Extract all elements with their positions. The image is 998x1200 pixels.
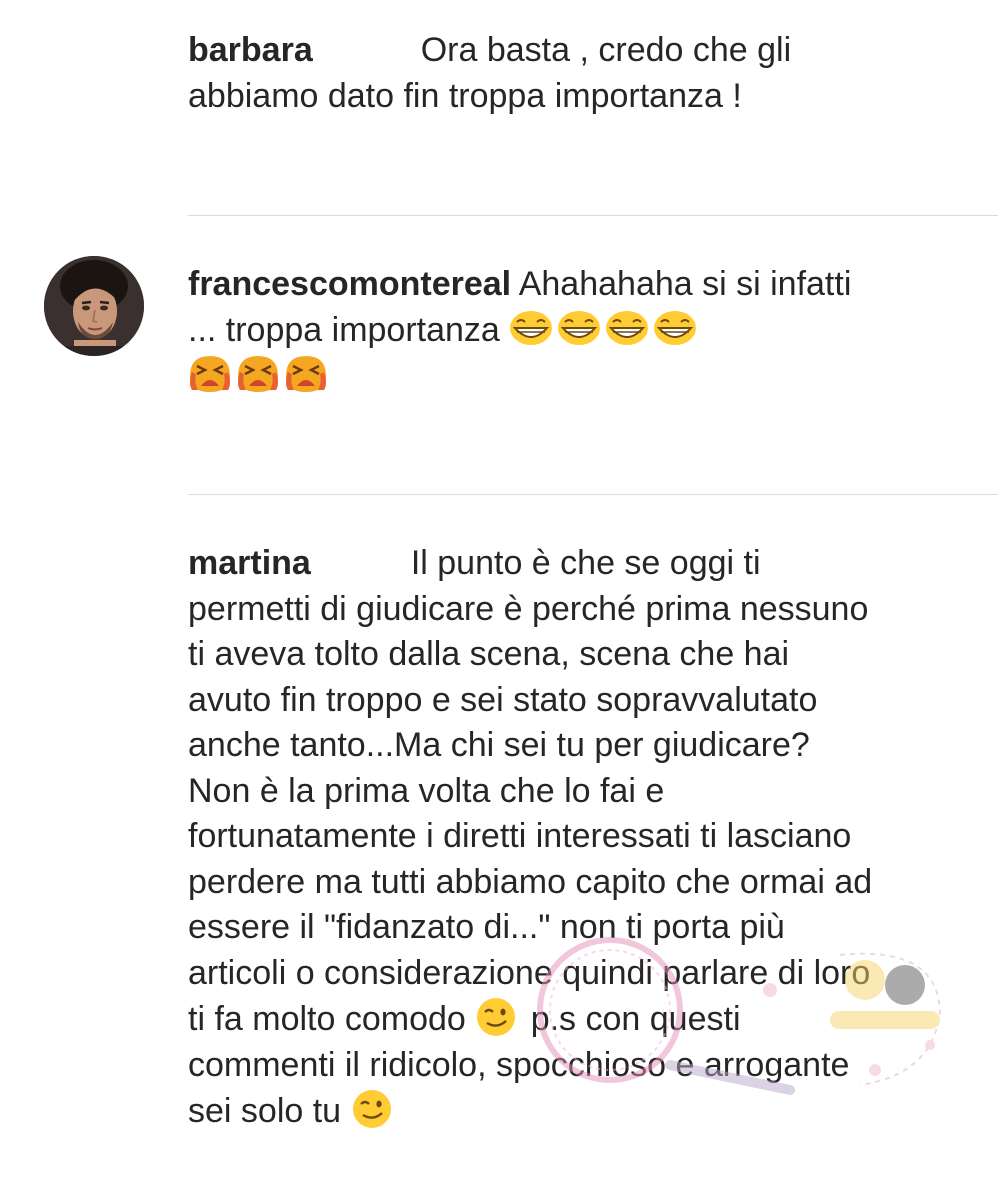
grinning-face-emoji-icon [654,310,697,345]
grinning-face-emoji-icon [558,310,601,345]
comment-francescomontereal: francescomontereal Ahahahaha si si infat… [188,262,878,399]
comment-text: Il punto è che se oggi ti permetti di gi… [188,544,873,1038]
grinning-face-emoji-icon [510,310,553,345]
crying-face-emoji-icon [286,356,326,392]
comment-divider [188,215,998,216]
crying-face-emoji-icon [238,356,278,392]
comment-body: martina Il punto è che se oggi ti permett… [188,541,878,1135]
comment-divider [188,494,998,495]
comment-barbara: barbara Ora basta , credo che gli abbiamo… [188,28,878,119]
avatar[interactable] [44,256,144,356]
crying-face-emoji-icon [190,356,230,392]
comment-body: francescomontereal Ahahahaha si si infat… [188,262,878,399]
comment-username[interactable]: francescomontereal [188,265,511,303]
avatar-portrait-icon [44,256,144,356]
comment-martina: martina Il punto è che se oggi ti permett… [188,541,878,1135]
winking-face-emoji-icon [352,1090,391,1128]
comment-username[interactable]: martina [188,544,311,582]
comment-body: barbara Ora basta , credo che gli abbiamo… [188,28,878,119]
comment-username[interactable]: barbara [188,31,313,69]
winking-face-emoji-icon [477,998,516,1036]
grinning-face-emoji-icon [606,310,649,345]
